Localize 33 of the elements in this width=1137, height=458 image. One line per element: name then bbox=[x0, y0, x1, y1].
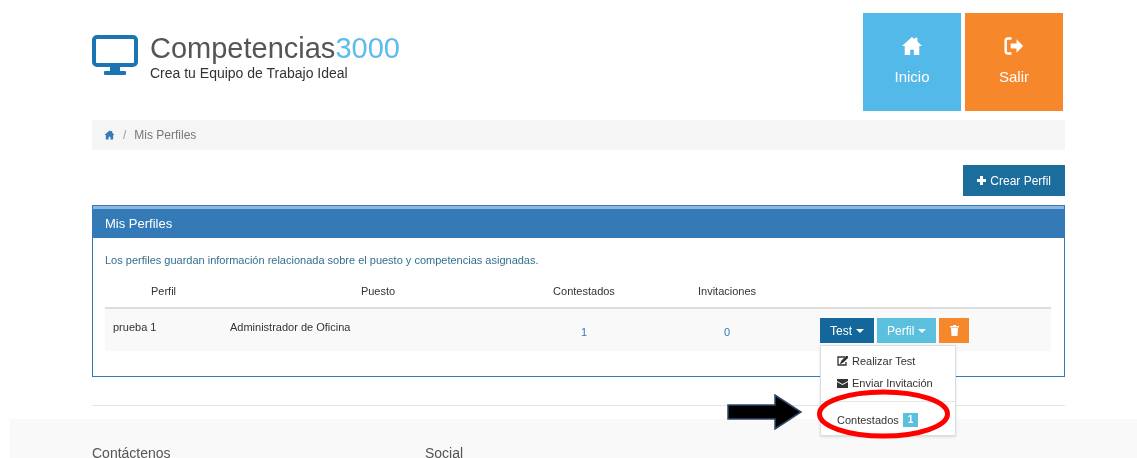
breadcrumb-separator: / bbox=[123, 127, 127, 144]
table-cell: 1 bbox=[580, 326, 588, 338]
table-cell: Administrador de Oficina bbox=[230, 321, 351, 333]
column-header: Invitaciones bbox=[697, 284, 757, 297]
trash-icon bbox=[949, 325, 959, 336]
panel-description: Los perfiles guardan información relacionada sobre el puesto y competencias asignadas. bbox=[105, 253, 540, 268]
create-profile-button[interactable]: Crear Perfil bbox=[963, 165, 1065, 196]
monitor-icon bbox=[92, 35, 138, 77]
table-cell: 0 bbox=[723, 326, 731, 338]
edit-icon bbox=[837, 356, 848, 366]
footer-heading: Contáctenos bbox=[92, 445, 171, 458]
test-dropdown-button[interactable]: Test bbox=[820, 318, 874, 343]
site-tagline: Crea tu Equipo de Trabajo Ideal bbox=[150, 64, 349, 83]
column-header: Contestados bbox=[553, 284, 615, 297]
column-header: Puesto bbox=[360, 284, 396, 297]
panel-header: Mis Perfiles bbox=[93, 206, 1064, 238]
home-icon bbox=[901, 35, 923, 56]
footer-heading: Social bbox=[425, 445, 464, 458]
menu-item[interactable]: Realizar Test bbox=[821, 350, 955, 372]
caret-icon bbox=[856, 328, 864, 333]
site-title: Competencias3000 bbox=[150, 33, 400, 63]
breadcrumb-item: Mis Perfiles bbox=[134, 127, 197, 144]
envelope-icon bbox=[837, 378, 848, 388]
menu-item[interactable]: Contestados 1 bbox=[821, 409, 955, 431]
menu-item[interactable]: Enviar Invitación bbox=[821, 372, 955, 394]
exit-icon bbox=[1004, 35, 1024, 56]
delete-button[interactable] bbox=[939, 318, 970, 343]
home-icon bbox=[104, 130, 115, 140]
table-cell: prueba 1 bbox=[113, 321, 157, 333]
count-badge: 1 bbox=[902, 413, 919, 427]
column-header: Perfil bbox=[150, 284, 177, 297]
caret-icon bbox=[918, 328, 927, 333]
plus-icon bbox=[977, 176, 987, 185]
